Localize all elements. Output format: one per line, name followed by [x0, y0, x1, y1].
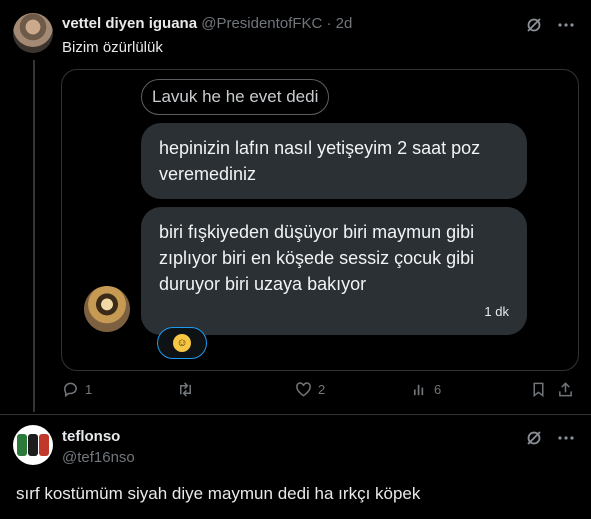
grok-icon[interactable]	[525, 16, 543, 34]
like-action[interactable]: 2	[295, 381, 325, 398]
reply-author-handle[interactable]: @tef16nso	[62, 449, 135, 466]
views-count: 6	[434, 382, 442, 397]
message-bubble-2: biri fışkiyeden düşüyor biri maymun gibi…	[141, 207, 527, 335]
grok-icon[interactable]	[525, 429, 543, 447]
tweet-text: Bizim özürlülük	[62, 39, 163, 56]
reply-header-icons	[525, 429, 575, 447]
views-action[interactable]: 6	[411, 381, 441, 398]
message-time: 1 dk	[484, 304, 509, 319]
avatar-figure-green	[17, 434, 27, 456]
reply-author-avatar[interactable]	[13, 425, 53, 465]
message-text-1: hepinizin lafın nasıl yetişeyim 2 saat p…	[159, 138, 481, 184]
tweet-media-screenshot[interactable]: Lavuk he he evet dedi hepinizin lafın na…	[61, 69, 579, 371]
author-handle[interactable]: @PresidentofFKC	[201, 15, 322, 32]
thread-line	[33, 60, 35, 412]
tweet-actions: 1 2 6	[62, 381, 575, 403]
sender-avatar	[84, 286, 130, 332]
laughing-emoji-icon: ☺	[173, 334, 191, 352]
tweet-header: vettel diyen iguana @PresidentofFKC · 2d	[62, 15, 352, 32]
avatar-figure-red	[39, 434, 49, 456]
separator-dot: ·	[326, 15, 332, 32]
author-name[interactable]: vettel diyen iguana	[62, 15, 197, 32]
reaction-badge: ☺	[157, 327, 207, 359]
views-icon	[413, 384, 424, 396]
message-text-2: biri fışkiyeden düşüyor biri maymun gibi…	[159, 222, 475, 294]
more-options-icon[interactable]	[557, 16, 575, 34]
quoted-reply-bubble: Lavuk he he evet dedi	[141, 79, 330, 115]
reply-icon	[64, 382, 77, 398]
retweet-action[interactable]	[177, 381, 200, 398]
retweet-icon	[180, 382, 191, 397]
tweet-age[interactable]: 2d	[336, 15, 353, 32]
avatar-figure-black	[28, 434, 38, 456]
heart-icon	[296, 382, 311, 397]
tweet-header-icons	[525, 16, 575, 34]
more-options-icon[interactable]	[557, 429, 575, 447]
reply-action[interactable]: 1	[62, 381, 92, 398]
reply-count: 1	[85, 382, 93, 397]
reply-author-name[interactable]: teflonso	[62, 428, 120, 445]
share-icon	[559, 382, 572, 397]
bookmark-action[interactable]	[530, 381, 547, 398]
like-count: 2	[318, 382, 326, 397]
message-bubble-1: hepinizin lafın nasıl yetişeyim 2 saat p…	[141, 123, 527, 199]
reply-text: sırf kostümüm siyah diye maymun dedi ha …	[16, 484, 421, 503]
bookmark-icon	[533, 382, 544, 398]
divider	[0, 414, 591, 415]
author-avatar[interactable]	[13, 13, 53, 53]
share-action[interactable]	[557, 381, 574, 398]
